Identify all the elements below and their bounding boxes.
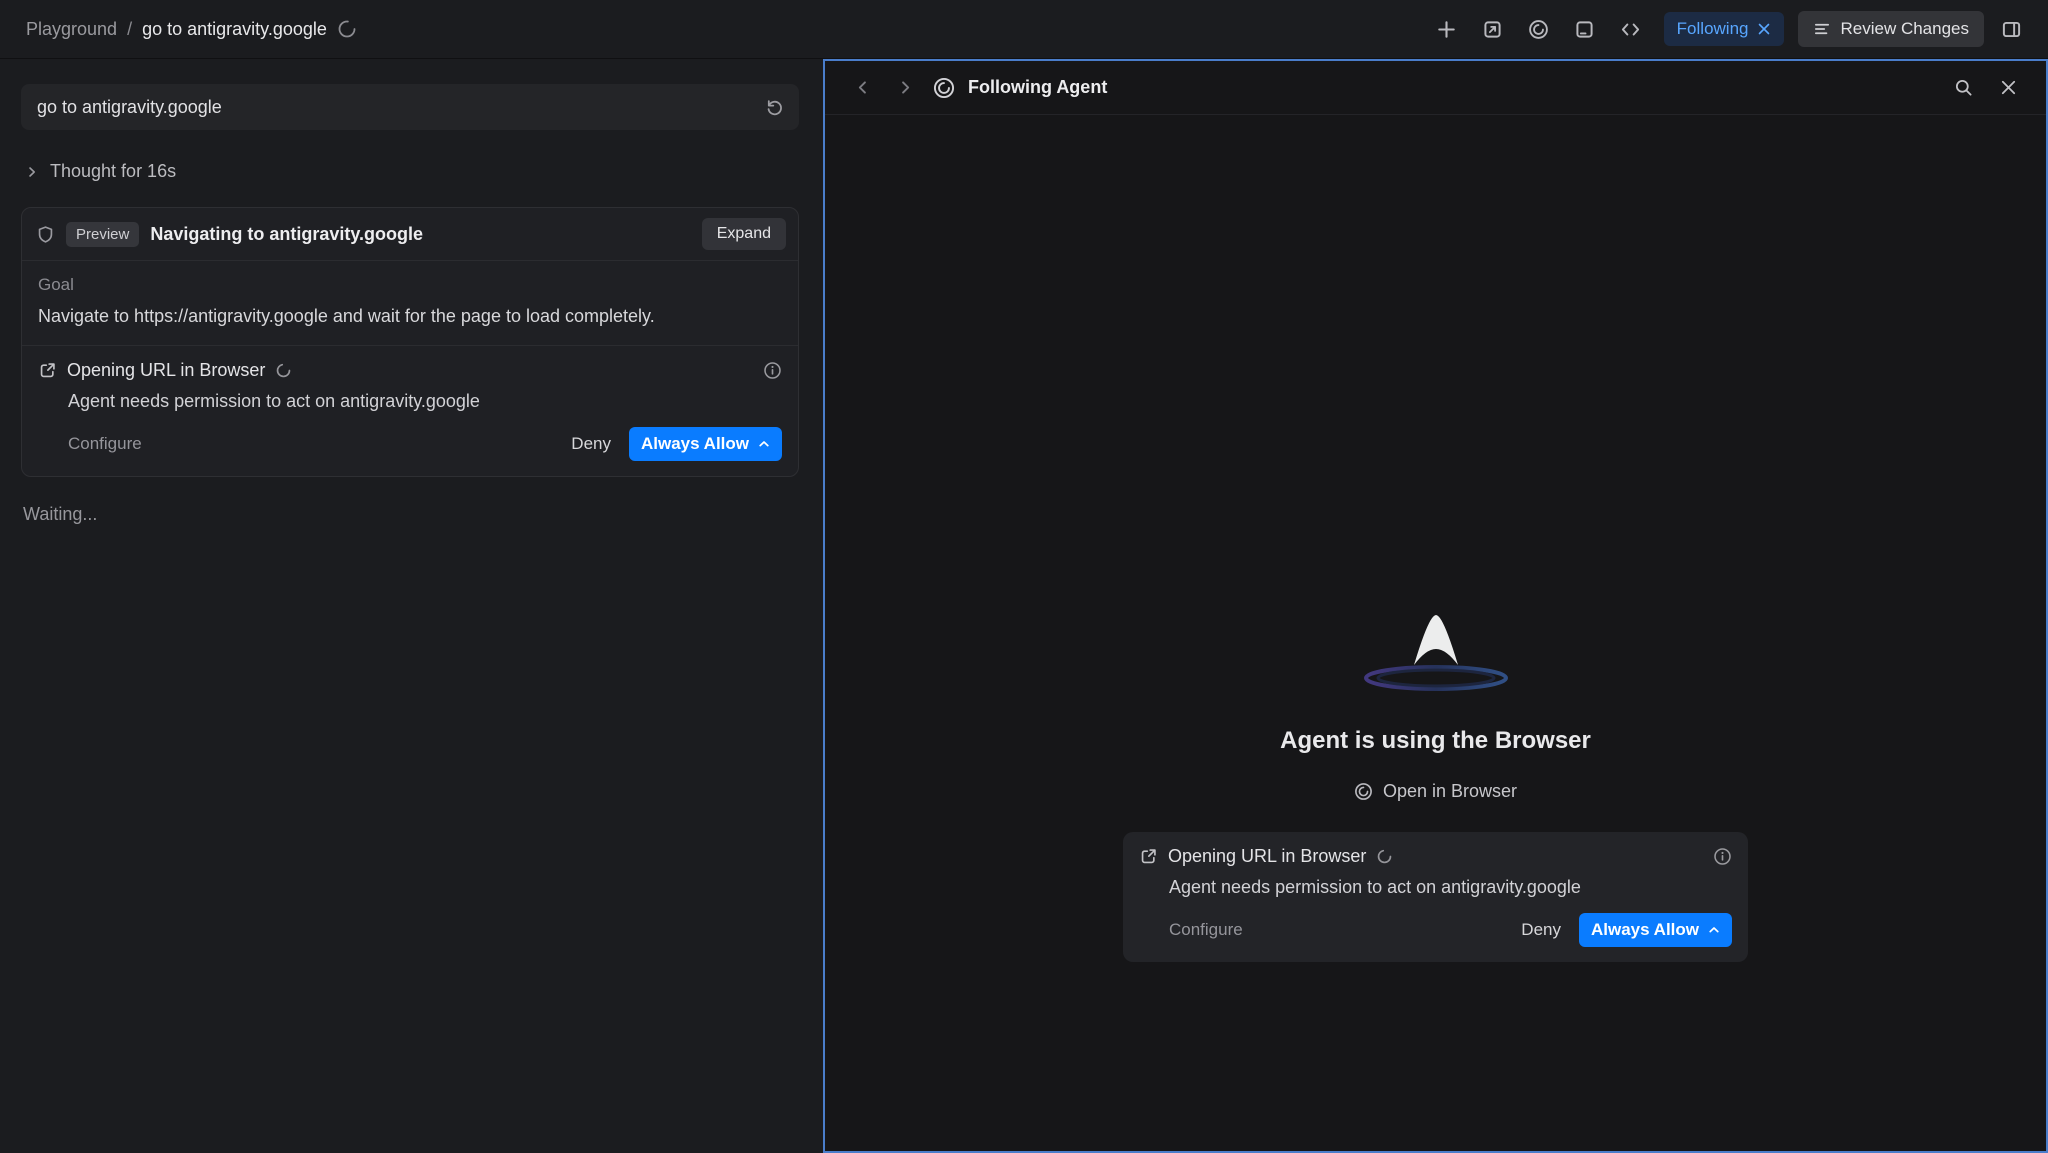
open-in-browser-link[interactable]: Open in Browser <box>1354 781 1517 802</box>
action-title: Opening URL in Browser <box>1168 846 1366 867</box>
thought-label: Thought for 16s <box>50 161 176 182</box>
task-card-title: Navigating to antigravity.google <box>150 224 690 245</box>
permission-controls: Configure Deny Always Allow <box>38 427 782 461</box>
always-allow-label: Always Allow <box>1591 920 1699 940</box>
permission-text: Agent needs permission to act on antigra… <box>1169 877 1732 898</box>
search-button[interactable] <box>1947 72 1979 104</box>
following-agent-panel: Following Agent <box>823 59 2048 1153</box>
plus-icon <box>1436 19 1457 40</box>
topbar-actions: Following Review Changes <box>1428 11 2030 47</box>
sidebar-layout-icon <box>2001 19 2022 40</box>
undo-button[interactable] <box>759 92 789 122</box>
code-view-button[interactable] <box>1612 12 1650 46</box>
action-spinner-icon <box>275 362 292 379</box>
terminal-panel-icon <box>1574 19 1595 40</box>
always-allow-button[interactable]: Always Allow <box>629 427 782 461</box>
nav-back-button[interactable] <box>847 73 877 103</box>
browser-permission-card: Opening URL in Browser Agent needs permi… <box>1123 832 1748 962</box>
open-in-editor-button[interactable] <box>1474 12 1512 46</box>
deny-button[interactable]: Deny <box>561 428 621 460</box>
main-split: Thought for 16s Preview Navigating to an… <box>0 59 2048 1153</box>
waiting-status: Waiting... <box>21 504 799 525</box>
permission-controls: Configure Deny Always Allow <box>1139 913 1732 947</box>
breadcrumb-separator: / <box>127 19 132 40</box>
info-icon[interactable] <box>763 361 782 380</box>
review-changes-icon <box>1813 20 1831 38</box>
always-allow-button[interactable]: Always Allow <box>1579 913 1732 947</box>
chevron-right-icon <box>25 165 39 179</box>
close-icon <box>1999 78 2018 97</box>
following-close-icon[interactable] <box>1757 22 1771 36</box>
breadcrumb: Playground / go to antigravity.google <box>26 19 357 40</box>
shield-icon <box>36 225 55 244</box>
task-card: Preview Navigating to antigravity.google… <box>21 207 799 477</box>
antigravity-home-button[interactable] <box>1520 12 1558 46</box>
nav-forward-button[interactable] <box>890 73 920 103</box>
browser-action-section: Opening URL in Browser Agent needs permi… <box>22 346 798 476</box>
topbar: Playground / go to antigravity.google <box>0 0 2048 59</box>
antigravity-logo-icon <box>1528 19 1549 40</box>
close-panel-button[interactable] <box>1992 72 2024 104</box>
action-title: Opening URL in Browser <box>67 360 265 381</box>
breadcrumb-current-task: go to antigravity.google <box>142 19 327 40</box>
toggle-right-sidebar-button[interactable] <box>1992 12 2030 46</box>
antigravity-large-logo <box>1326 601 1546 705</box>
new-task-button[interactable] <box>1428 12 1466 46</box>
action-row: Opening URL in Browser <box>38 360 782 381</box>
terminal-panel-button[interactable] <box>1566 12 1604 46</box>
following-agent-title: Following Agent <box>968 77 1934 98</box>
chevron-up-icon <box>758 438 770 450</box>
antigravity-agent-icon <box>933 77 955 99</box>
following-tab[interactable]: Following <box>1664 12 1785 46</box>
configure-link[interactable]: Configure <box>1169 920 1243 940</box>
permission-text: Agent needs permission to act on antigra… <box>68 391 782 412</box>
external-link-icon <box>1139 847 1158 866</box>
search-icon <box>1954 78 1973 97</box>
agent-chat-panel: Thought for 16s Preview Navigating to an… <box>0 59 823 1153</box>
task-loading-spinner-icon <box>337 19 357 39</box>
external-link-icon <box>38 361 57 380</box>
antigravity-browser-icon <box>1354 782 1373 801</box>
action-row: Opening URL in Browser <box>1139 846 1732 867</box>
review-changes-label: Review Changes <box>1840 19 1969 39</box>
preview-badge: Preview <box>66 222 139 247</box>
open-in-browser-label: Open in Browser <box>1383 781 1517 802</box>
agent-browser-heading: Agent is using the Browser <box>1280 727 1591 755</box>
following-agent-body: Agent is using the Browser Open in Brows… <box>825 115 2046 1151</box>
breadcrumb-playground[interactable]: Playground <box>26 19 117 40</box>
thought-toggle[interactable]: Thought for 16s <box>21 161 799 182</box>
chevron-right-icon <box>897 79 914 96</box>
following-tab-label: Following <box>1677 19 1749 39</box>
prompt-box <box>21 84 799 130</box>
app-root: Playground / go to antigravity.google <box>0 0 2048 1153</box>
undo-icon <box>765 98 784 117</box>
prompt-input[interactable] <box>21 97 799 118</box>
expand-button[interactable]: Expand <box>702 218 786 250</box>
review-changes-button[interactable]: Review Changes <box>1798 11 1984 47</box>
info-icon[interactable] <box>1713 847 1732 866</box>
open-in-editor-icon <box>1482 19 1503 40</box>
following-agent-header: Following Agent <box>825 61 2046 115</box>
configure-link[interactable]: Configure <box>68 434 142 454</box>
code-brackets-icon <box>1620 19 1641 40</box>
task-card-header: Preview Navigating to antigravity.google… <box>22 208 798 260</box>
action-spinner-icon <box>1376 848 1393 865</box>
goal-section: Goal Navigate to https://antigravity.goo… <box>22 261 798 345</box>
deny-button[interactable]: Deny <box>1511 914 1571 946</box>
always-allow-label: Always Allow <box>641 434 749 454</box>
goal-label: Goal <box>38 275 782 295</box>
chevron-up-icon <box>1708 924 1720 936</box>
chevron-left-icon <box>854 79 871 96</box>
goal-text: Navigate to https://antigravity.google a… <box>38 304 782 329</box>
